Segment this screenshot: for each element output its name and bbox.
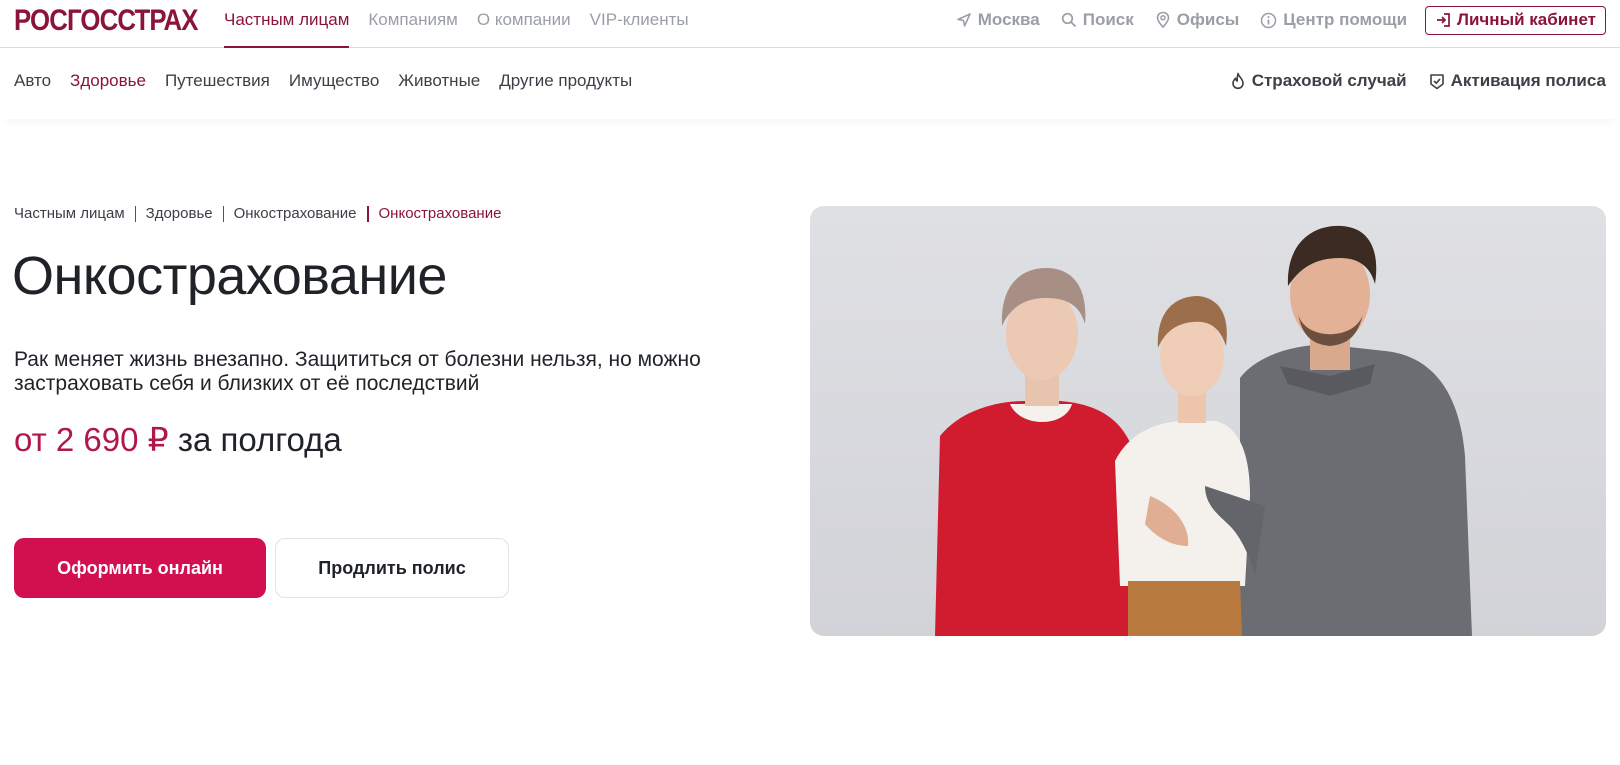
audience-nav: Частным лицам Компаниям О компании VIP-к… <box>224 0 708 48</box>
search-icon <box>1061 12 1076 28</box>
city-selector[interactable]: Москва <box>956 10 1040 30</box>
page-title: Онкострахование <box>12 246 447 306</box>
category-pets[interactable]: Животные <box>398 71 480 91</box>
product-categories: Авто Здоровье Путешествия Имущество Живо… <box>14 71 651 91</box>
breadcrumb-item-current: Онкострахование <box>378 205 502 222</box>
category-health[interactable]: Здоровье <box>70 71 146 91</box>
nav-vip-clients[interactable]: VIP-клиенты <box>590 0 689 48</box>
location-arrow-icon <box>956 13 971 27</box>
cabinet-label: Личный кабинет <box>1457 10 1596 29</box>
insured-event-link[interactable]: Страховой случай <box>1230 71 1407 91</box>
quick-actions: Страховой случай Активация полиса <box>1208 71 1606 91</box>
help-center-link[interactable]: Центр помощи <box>1260 10 1407 30</box>
renew-policy-button[interactable]: Продлить полис <box>275 538 509 598</box>
price-amount: от 2 690 ₽ <box>14 421 169 458</box>
info-icon <box>1261 12 1277 28</box>
price-line: от 2 690 ₽ за полгода <box>14 420 342 459</box>
city-label: Москва <box>977 10 1040 29</box>
hero-family-photo <box>810 206 1606 636</box>
top-header: РОСГОССТРАХ Частным лицам Компаниям О ко… <box>0 0 1620 48</box>
buy-online-button[interactable]: Оформить онлайн <box>14 538 266 598</box>
offices-link[interactable]: Офисы <box>1155 10 1240 30</box>
breadcrumb: Частным лицам Здоровье Онкострахование О… <box>14 205 501 222</box>
search-button[interactable]: Поиск <box>1061 10 1134 30</box>
map-pin-icon <box>1156 11 1170 29</box>
price-period: за полгода <box>177 421 342 458</box>
personal-cabinet-button[interactable]: Личный кабинет <box>1425 5 1606 35</box>
offices-label: Офисы <box>1176 10 1240 29</box>
search-label: Поиск <box>1082 10 1134 29</box>
category-auto[interactable]: Авто <box>14 71 51 91</box>
breadcrumb-separator <box>222 205 224 222</box>
help-label: Центр помощи <box>1283 10 1408 29</box>
brand-logo[interactable]: РОСГОССТРАХ <box>14 3 198 39</box>
family-photo-illustration <box>810 206 1606 636</box>
breadcrumb-separator <box>366 205 369 222</box>
category-property[interactable]: Имущество <box>289 71 379 91</box>
nav-about-company[interactable]: О компании <box>477 0 571 48</box>
flame-icon <box>1231 72 1244 90</box>
login-icon <box>1437 13 1450 27</box>
breadcrumb-item-health[interactable]: Здоровье <box>146 205 213 222</box>
nav-companies[interactable]: Компаниям <box>368 0 457 48</box>
insured-event-label: Страховой случай <box>1251 71 1407 90</box>
category-travel[interactable]: Путешествия <box>165 71 270 91</box>
product-nav-bar: Авто Здоровье Путешествия Имущество Живо… <box>0 49 1620 119</box>
check-shield-icon <box>1429 73 1444 89</box>
header-utilities: Москва Поиск Офисы Центр помощи Личный к… <box>935 5 1606 35</box>
breadcrumb-separator <box>134 205 136 222</box>
policy-activation-link[interactable]: Активация полиса <box>1429 71 1606 91</box>
breadcrumb-item-oncology[interactable]: Онкострахование <box>234 205 357 222</box>
nav-private-persons[interactable]: Частным лицам <box>224 0 350 48</box>
page-description: Рак меняет жизнь внезапно. Защититься от… <box>14 348 701 395</box>
breadcrumb-item-private[interactable]: Частным лицам <box>14 205 125 222</box>
category-other-products[interactable]: Другие продукты <box>499 71 632 91</box>
activation-label: Активация полиса <box>1450 71 1606 90</box>
